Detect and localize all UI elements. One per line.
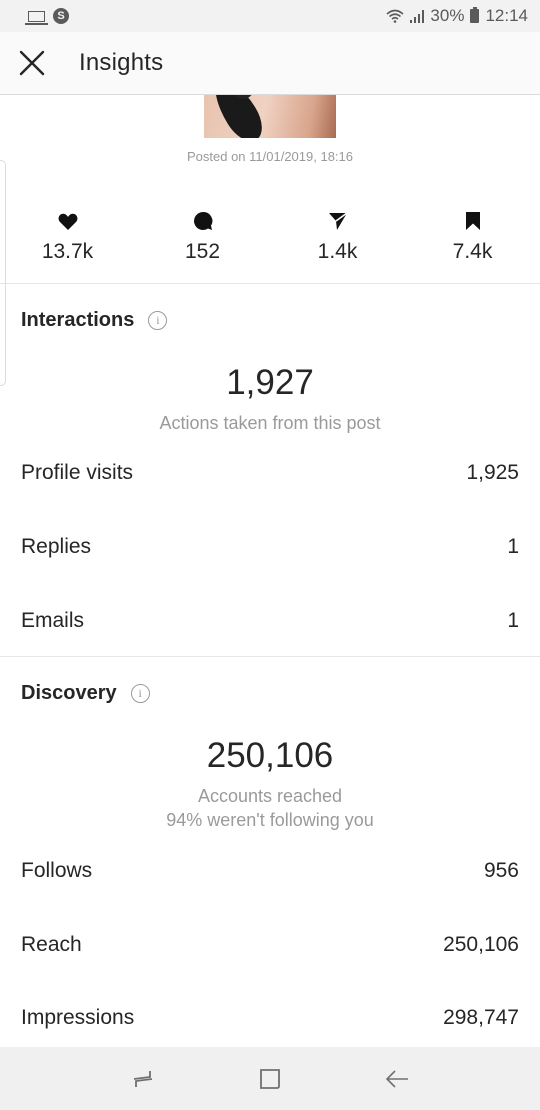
wifi-icon (386, 9, 404, 23)
row-value: 1 (507, 609, 519, 632)
close-button[interactable] (0, 32, 64, 95)
back-button[interactable] (367, 1054, 427, 1104)
row-label: Follows (21, 859, 93, 882)
recents-icon (134, 1070, 153, 1087)
row-label: Profile visits (21, 461, 134, 484)
row-label: Emails (21, 609, 85, 632)
heart-icon (58, 213, 77, 230)
laptop-icon (25, 10, 48, 25)
comment-icon (193, 211, 212, 230)
row-value: 298,747 (443, 1006, 519, 1029)
home-button[interactable] (240, 1054, 300, 1104)
info-icon[interactable]: i (130, 684, 150, 703)
close-icon (19, 50, 45, 76)
post-thumbnail[interactable] (204, 95, 336, 138)
discovery-total: 250,106 (206, 736, 334, 775)
home-icon (260, 1068, 280, 1089)
interactions-header: Interactions i (21, 309, 168, 332)
clock: 12:14 (485, 6, 528, 25)
discovery-row-follows[interactable]: Follows 956 (21, 859, 519, 883)
skype-icon: S (53, 8, 69, 24)
bookmark-icon (465, 212, 480, 230)
row-value: 1,925 (466, 461, 519, 484)
discovery-total-sublabel: 94% weren't following you (166, 810, 374, 830)
page-title: Insights (79, 49, 164, 76)
row-label: Impressions (21, 1006, 135, 1029)
post-stats: 13.7k 152 1.4k 7.4k (0, 207, 540, 283)
stat-shares: 1.4k (270, 207, 405, 283)
row-label: Reach (21, 933, 82, 956)
status-right: 30% 12:14 (386, 6, 528, 26)
comments-count: 152 (184, 240, 221, 263)
likes-count: 13.7k (41, 240, 94, 263)
stat-comments: 152 (135, 207, 270, 283)
status-bar: S 30% 12:14 (0, 0, 540, 32)
status-left: S (25, 8, 69, 25)
saves-count: 7.4k (452, 240, 493, 263)
stat-saves: 7.4k (405, 207, 540, 283)
divider (0, 656, 540, 657)
interaction-row-replies[interactable]: Replies 1 (21, 535, 519, 559)
battery-percent: 30% (430, 6, 465, 25)
interactions-total: 1,927 (226, 363, 314, 402)
interaction-row-profile-visits[interactable]: Profile visits 1,925 (21, 461, 519, 485)
row-value: 1 (507, 535, 519, 558)
info-icon[interactable]: i (148, 311, 168, 330)
shares-count: 1.4k (317, 240, 358, 263)
insights-content[interactable]: Posted on 11/01/2019, 18:16 13.7k 152 1.… (0, 95, 540, 1047)
stat-likes: 13.7k (0, 207, 135, 283)
interactions-total-label: Actions taken from this post (159, 413, 381, 433)
signal-icon (409, 9, 425, 23)
discovery-header: Discovery i (21, 682, 150, 705)
edge-panel-handle[interactable] (0, 160, 6, 386)
interaction-row-emails[interactable]: Emails 1 (21, 609, 519, 633)
interactions-title: Interactions (21, 309, 135, 331)
discovery-row-impressions[interactable]: Impressions 298,747 (21, 1006, 519, 1030)
row-label: Replies (21, 535, 92, 558)
discovery-title: Discovery (21, 682, 117, 704)
share-icon (328, 212, 347, 230)
battery-icon (470, 7, 480, 23)
app-bar: Insights (0, 32, 540, 95)
row-value: 956 (483, 859, 519, 882)
recents-button[interactable] (113, 1054, 173, 1104)
divider (0, 283, 540, 284)
system-nav-bar (0, 1047, 540, 1110)
discovery-total-label: Accounts reached (197, 786, 343, 806)
row-value: 250,106 (443, 933, 519, 956)
discovery-row-reach[interactable]: Reach 250,106 (21, 933, 519, 957)
posted-date: Posted on 11/01/2019, 18:16 (186, 149, 353, 164)
back-icon (385, 1069, 408, 1088)
